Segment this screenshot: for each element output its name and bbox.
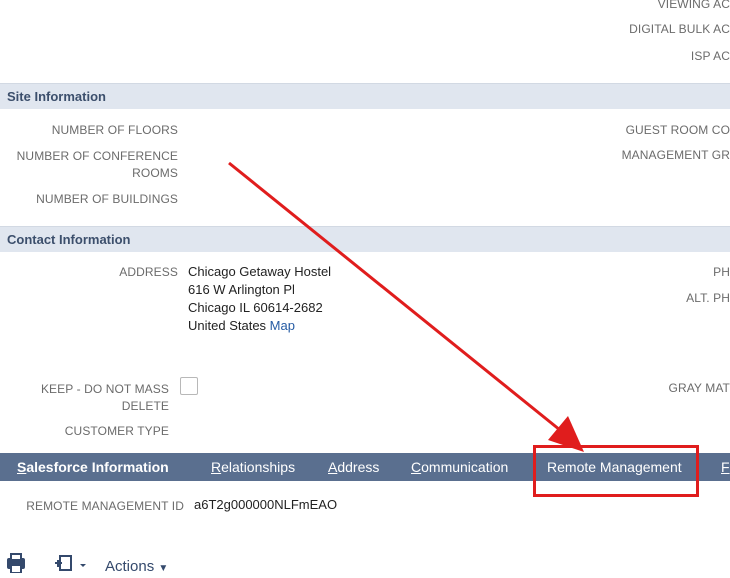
annotation-arrow-icon bbox=[228, 161, 584, 452]
